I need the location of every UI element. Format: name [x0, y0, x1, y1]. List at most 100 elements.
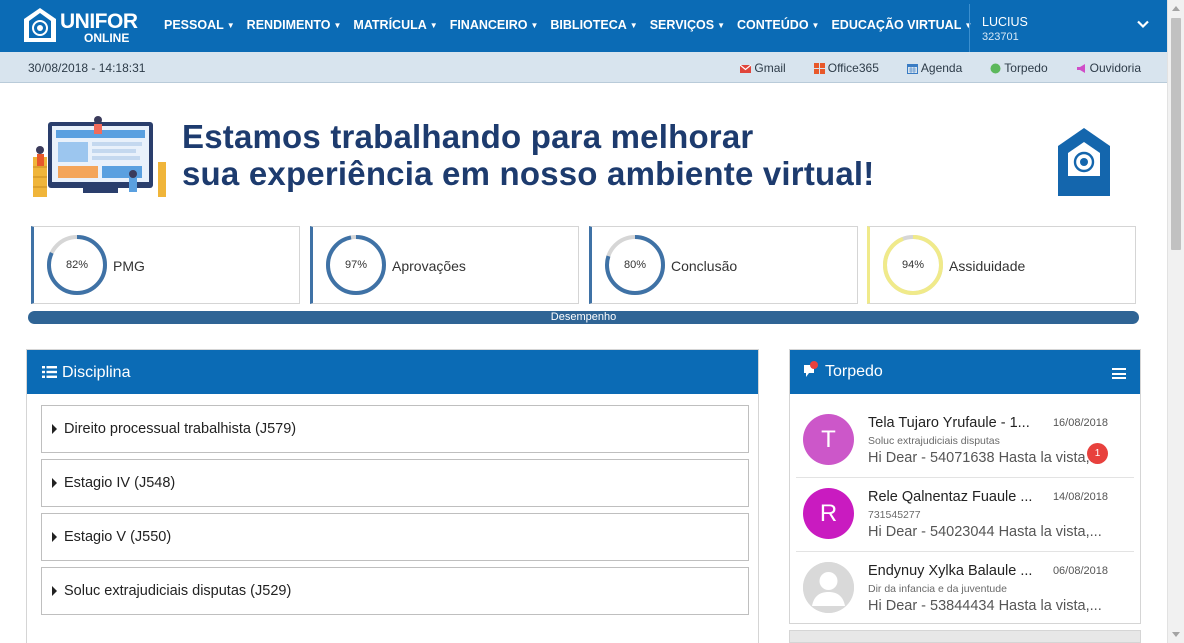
stat-percent: 80%: [623, 259, 647, 271]
list-icon: [42, 366, 57, 378]
caret-right-icon: [52, 478, 57, 488]
caret-down-icon: ▼: [717, 21, 726, 30]
gmail-link[interactable]: Gmail: [740, 61, 786, 75]
message-date: 14/08/2018: [1052, 491, 1108, 503]
ouvidoria-link[interactable]: Ouvidoria: [1076, 61, 1141, 75]
caret-down-icon: ▼: [333, 21, 342, 30]
message-item[interactable]: Endynuy Xylka Balaule ... 06/08/2018 Dir…: [796, 552, 1134, 626]
disciplina-label: Direito processual trabalhista (J579): [64, 421, 297, 437]
next-panel-header: [789, 630, 1141, 643]
menu-pessoal[interactable]: PESSOAL ▼: [164, 18, 235, 32]
unifor-logo-icon: [24, 8, 56, 42]
menu-label: BIBLIOTECA: [550, 18, 627, 32]
performance-bar[interactable]: Desempenho: [28, 311, 1139, 324]
main-menu: PESSOAL ▼ RENDIMENTO ▼ MATRÍCULA ▼ FINANCEI…: [164, 18, 984, 32]
menu-rendimento[interactable]: RENDIMENTO ▼: [247, 18, 342, 32]
unifor-logo[interactable]: UNIFOR ONLINE: [22, 7, 142, 47]
office365-link[interactable]: Office365: [813, 61, 879, 75]
stat-label: Conclusão: [671, 258, 738, 274]
banner-message: Estamos trabalhando para melhorar sua ex…: [182, 118, 875, 192]
banner-line-2: sua experiência em nosso ambiente virtua…: [182, 155, 875, 192]
caret-down-icon: ▼: [629, 21, 638, 30]
menu-conteudo[interactable]: CONTEÚDO ▼: [737, 18, 819, 32]
disciplina-panel: Disciplina Direito processual trabalhist…: [26, 349, 759, 643]
top-navbar: UNIFOR ONLINE PESSOAL ▼ RENDIMENTO ▼ MATRÍ…: [0, 0, 1167, 52]
disciplina-label: Soluc extrajudiciais disputas (J529): [64, 583, 292, 599]
hamburger-menu-icon[interactable]: [1112, 368, 1126, 379]
message-preview: Hi Dear - 54071638 Hasta la vista,...: [868, 450, 1102, 466]
banner-line-1: Estamos trabalhando para melhorar: [182, 118, 754, 155]
message-sender: Endynuy Xylka Balaule ...: [868, 563, 1033, 579]
panel-title: Disciplina: [62, 364, 131, 381]
info-bar: 30/08/2018 - 14:18:31 Gmail Office365 Ag…: [0, 52, 1167, 83]
disciplina-item[interactable]: Direito processual trabalhista (J579): [41, 405, 749, 453]
stat-percent: 94%: [901, 259, 925, 271]
disciplina-item[interactable]: Estagio IV (J548): [41, 459, 749, 507]
stat-card-assiduidade: 94% Assiduidade: [867, 226, 1136, 304]
user-menu[interactable]: LUCIUS 323701: [969, 4, 1167, 52]
menu-label: PESSOAL: [164, 18, 224, 32]
scroll-up-arrow-icon[interactable]: [1172, 6, 1180, 11]
unifor-shield-logo-icon: [1058, 128, 1110, 196]
megaphone-icon: [1076, 63, 1085, 73]
stat-label: Aprovações: [392, 258, 466, 274]
message-subject: Dir da infancia e da juventude: [868, 583, 1007, 595]
calendar-icon: [906, 63, 918, 74]
disciplina-item[interactable]: Estagio V (J550): [41, 513, 749, 561]
stat-percent: 82%: [65, 259, 89, 271]
caret-right-icon: [52, 424, 57, 434]
menu-matricula[interactable]: MATRÍCULA ▼: [353, 18, 437, 32]
caret-right-icon: [52, 586, 57, 596]
dot-icon: [990, 63, 1001, 73]
ouvidoria-label: Ouvidoria: [1089, 61, 1141, 75]
menu-financeiro[interactable]: FINANCEIRO ▼: [450, 18, 539, 32]
caret-down-icon: ▼: [429, 21, 438, 30]
page-scrollbar[interactable]: [1167, 0, 1184, 643]
torpedo-label: Torpedo: [1004, 61, 1048, 75]
default-user-icon: [803, 562, 854, 613]
disciplina-label: Estagio IV (J548): [64, 475, 176, 491]
message-date: 16/08/2018: [1052, 417, 1108, 429]
message-subject: Soluc extrajudiciais disputas: [868, 435, 1000, 447]
chevron-down-icon: [1137, 20, 1149, 29]
website-construction-illustration: [33, 116, 166, 197]
menu-label: MATRÍCULA: [353, 18, 427, 32]
message-preview: Hi Dear - 54023044 Hasta la vista,...: [868, 524, 1102, 540]
menu-biblioteca[interactable]: BIBLIOTECA ▼: [550, 18, 637, 32]
mail-icon: [740, 64, 752, 73]
message-preview: Hi Dear - 53844434 Hasta la vista,...: [868, 598, 1102, 614]
quick-links: Gmail Office365 Agenda Torpedo Ouvidoria: [712, 61, 1141, 75]
menu-label: RENDIMENTO: [246, 18, 331, 32]
stat-card-pmg: 82% PMG: [31, 226, 300, 304]
scroll-down-arrow-icon[interactable]: [1172, 632, 1180, 637]
caret-down-icon: ▼: [811, 21, 820, 30]
scroll-thumb[interactable]: [1171, 18, 1181, 250]
torpedo-icon: [804, 361, 818, 377]
unread-badge: 1: [1087, 443, 1108, 464]
message-subject: 731545277: [868, 509, 921, 521]
office365-label: Office365: [827, 61, 879, 75]
caret-down-icon: ▼: [226, 21, 235, 30]
menu-servicos[interactable]: SERVIÇOS ▼: [650, 18, 725, 32]
message-item[interactable]: T Tela Tujaro Yrufaule - 1... 16/08/2018…: [796, 404, 1134, 478]
menu-educacao-virtual[interactable]: EDUCAÇÃO VIRTUAL ▼: [831, 18, 972, 32]
stat-card-conclusao: 80% Conclusão: [589, 226, 858, 304]
menu-label: SERVIÇOS: [649, 18, 715, 32]
disciplina-header: Disciplina: [27, 350, 758, 394]
caret-right-icon: [52, 532, 57, 542]
avatar: R: [803, 488, 854, 539]
user-name: LUCIUS: [982, 15, 1028, 29]
avatar: [803, 562, 854, 613]
caret-down-icon: ▼: [530, 21, 539, 30]
menu-label: EDUCAÇÃO VIRTUAL: [831, 18, 962, 32]
performance-stats: 82% PMG 97% Aprovações 80% Conclusão 94%…: [31, 226, 1136, 304]
agenda-link[interactable]: Agenda: [906, 61, 962, 75]
message-item[interactable]: R Rele Qalnentaz Fuaule ... 14/08/2018 7…: [796, 478, 1134, 552]
torpedo-panel: Torpedo T Tela Tujaro Yrufaule - 1... 16…: [789, 349, 1141, 624]
current-datetime: 30/08/2018 - 14:18:31: [28, 61, 146, 75]
message-sender: Rele Qalnentaz Fuaule ...: [868, 489, 1033, 505]
stat-label: PMG: [113, 258, 145, 274]
torpedo-link[interactable]: Torpedo: [990, 61, 1048, 75]
disciplina-item[interactable]: Soluc extrajudiciais disputas (J529): [41, 567, 749, 615]
disciplina-label: Estagio V (J550): [64, 529, 172, 545]
